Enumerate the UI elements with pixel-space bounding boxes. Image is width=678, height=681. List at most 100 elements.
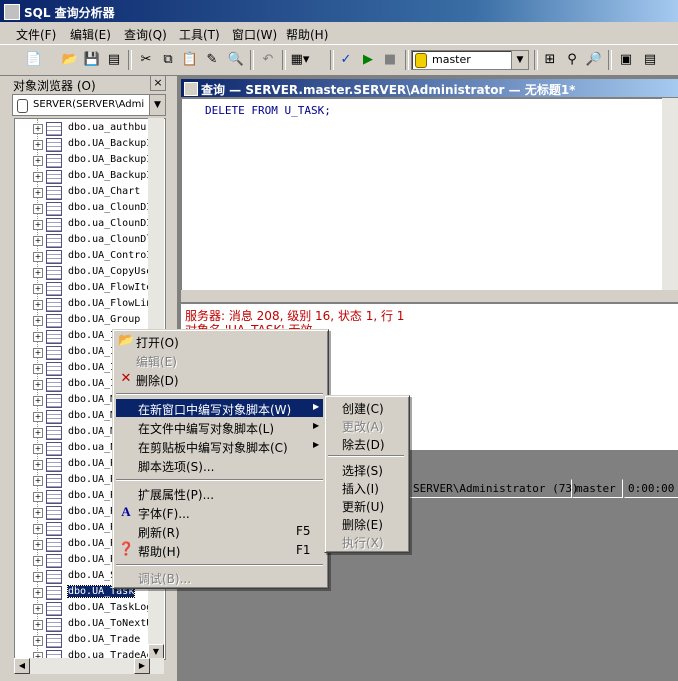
expand-plus-icon[interactable]: +: [33, 220, 43, 230]
menu-refresh[interactable]: 刷新(R) F5: [116, 522, 323, 540]
tree-item[interactable]: + dbo.UA_BackupI: [15, 137, 165, 153]
tree-item[interactable]: + dbo.ua_ClounDl: [15, 233, 165, 249]
expand-plus-icon[interactable]: +: [33, 540, 43, 550]
clear-icon[interactable]: ✎: [202, 50, 222, 70]
tree-item[interactable]: + dbo.UA_BackupI: [15, 169, 165, 185]
expand-plus-icon[interactable]: +: [33, 140, 43, 150]
expand-plus-icon[interactable]: +: [33, 588, 43, 598]
menu-help[interactable]: 帮助(H): [286, 26, 328, 43]
expand-plus-icon[interactable]: +: [33, 476, 43, 486]
expand-plus-icon[interactable]: +: [33, 412, 43, 422]
server-combo[interactable]: SERVER(SERVER\Admin ▼: [12, 94, 166, 116]
tree-item[interactable]: + dbo.UA_Group: [15, 313, 165, 329]
expand-plus-icon[interactable]: +: [33, 460, 43, 470]
stop-icon[interactable]: ■: [380, 50, 400, 70]
submenu-update[interactable]: 更新(U): [328, 496, 404, 514]
tree-item[interactable]: + dbo.UA_ToNextU: [15, 617, 165, 633]
menu-tools[interactable]: 工具(T): [179, 26, 220, 43]
expand-plus-icon[interactable]: +: [33, 524, 43, 534]
close-icon[interactable]: ×: [150, 75, 166, 91]
expand-plus-icon[interactable]: +: [33, 636, 43, 646]
menu-delete[interactable]: ✕ 删除(D): [116, 370, 323, 388]
expand-plus-icon[interactable]: +: [33, 508, 43, 518]
tree-item[interactable]: + dbo.ua_authbu: [15, 121, 165, 137]
expand-plus-icon[interactable]: +: [33, 236, 43, 246]
editor-vertical-scrollbar[interactable]: [662, 98, 678, 290]
expand-plus-icon[interactable]: +: [33, 428, 43, 438]
menu-script-options[interactable]: 脚本选项(S)...: [116, 456, 323, 474]
expand-plus-icon[interactable]: +: [33, 268, 43, 278]
expand-plus-icon[interactable]: +: [33, 396, 43, 406]
expand-plus-icon[interactable]: +: [33, 124, 43, 134]
expand-plus-icon[interactable]: +: [33, 572, 43, 582]
submenu-insert[interactable]: 插入(I): [328, 478, 404, 496]
tree-item[interactable]: + dbo.UA_TaskLog: [15, 601, 165, 617]
expand-plus-icon[interactable]: +: [33, 604, 43, 614]
submenu-select[interactable]: 选择(S): [328, 460, 404, 478]
tree-horizontal-scrollbar[interactable]: ◀ ▶: [14, 658, 164, 674]
menu-query[interactable]: 查询(Q): [124, 26, 167, 43]
chevron-down-icon[interactable]: ▼: [149, 95, 165, 115]
menu-window[interactable]: 窗口(W): [232, 26, 277, 43]
tree-item[interactable]: + dbo.ua_ClounDI: [15, 201, 165, 217]
expand-plus-icon[interactable]: +: [33, 348, 43, 358]
menu-help-item[interactable]: ❓ 帮助(H) F1: [116, 541, 323, 559]
tree-item[interactable]: + dbo.UA_Trade: [15, 633, 165, 649]
copy-icon[interactable]: ⧉: [158, 50, 178, 70]
tree-item[interactable]: + dbo.UA_ControI: [15, 249, 165, 265]
menu-script-file[interactable]: 在文件中编写对象脚本(L) ▶: [116, 418, 323, 436]
show-pane-icon[interactable]: ▣: [616, 50, 636, 70]
undo-icon[interactable]: ↶: [258, 50, 278, 70]
database-select[interactable]: master ▼: [411, 50, 529, 70]
paste-icon[interactable]: 📋: [180, 50, 200, 70]
find-icon[interactable]: 🔍: [226, 50, 246, 70]
menu-file[interactable]: 文件(F): [16, 26, 56, 43]
expand-plus-icon[interactable]: +: [33, 188, 43, 198]
new-query-icon[interactable]: 📄: [24, 50, 44, 70]
results-mode-icon[interactable]: ▦▾: [290, 50, 310, 70]
expand-plus-icon[interactable]: +: [33, 492, 43, 502]
insert-template-icon[interactable]: ▤: [104, 50, 124, 70]
tree-item[interactable]: + dbo.UA_BackupI: [15, 153, 165, 169]
execute-icon[interactable]: ▶: [358, 50, 378, 70]
tree-item[interactable]: + dbo.ua_ClounDI: [15, 217, 165, 233]
expand-plus-icon[interactable]: +: [33, 284, 43, 294]
chevron-down-icon[interactable]: ▼: [511, 51, 528, 69]
expand-plus-icon[interactable]: +: [33, 172, 43, 182]
properties-icon[interactable]: 🔎: [584, 50, 604, 70]
cut-icon[interactable]: ✂: [136, 50, 156, 70]
menu-script-clipboard[interactable]: 在剪贴板中编写对象脚本(C) ▶: [116, 437, 323, 455]
sql-editor[interactable]: DELETE FROM U_TASK;: [181, 98, 678, 292]
scroll-right-icon[interactable]: ▶: [134, 658, 150, 674]
expand-plus-icon[interactable]: +: [33, 556, 43, 566]
submenu-drop[interactable]: 除去(D): [328, 434, 404, 452]
menu-script-new-window[interactable]: 在新窗口中编写对象脚本(W) ▶: [116, 399, 323, 417]
expand-plus-icon[interactable]: +: [33, 620, 43, 630]
open-icon[interactable]: 📂: [60, 50, 80, 70]
menu-extended-properties[interactable]: 扩展属性(P)...: [116, 484, 323, 502]
menu-font[interactable]: A 字体(F)...: [116, 503, 323, 521]
save-icon[interactable]: 💾: [82, 50, 102, 70]
expand-plus-icon[interactable]: +: [33, 380, 43, 390]
expand-plus-icon[interactable]: +: [33, 364, 43, 374]
submenu-create[interactable]: 创建(C): [328, 398, 404, 416]
expand-plus-icon[interactable]: +: [33, 156, 43, 166]
expand-plus-icon[interactable]: +: [33, 300, 43, 310]
expand-plus-icon[interactable]: +: [33, 252, 43, 262]
tree-item[interactable]: + dbo.UA_FlowIte: [15, 281, 165, 297]
object-browser-icon[interactable]: ⊞: [540, 50, 560, 70]
expand-plus-icon[interactable]: +: [33, 204, 43, 214]
tree-item[interactable]: + dbo.UA_FlowLin: [15, 297, 165, 313]
tree-item[interactable]: + dbo.UA_Chart: [15, 185, 165, 201]
submenu-delete[interactable]: 删除(E): [328, 514, 404, 532]
tree-item[interactable]: + dbo.UA_CopyUse: [15, 265, 165, 281]
options-icon[interactable]: ▤: [640, 50, 660, 70]
menu-open[interactable]: 📂 打开(O): [116, 332, 323, 350]
pane-splitter[interactable]: [181, 290, 678, 302]
expand-plus-icon[interactable]: +: [33, 316, 43, 326]
expand-plus-icon[interactable]: +: [33, 444, 43, 454]
expand-plus-icon[interactable]: +: [33, 332, 43, 342]
object-search-icon[interactable]: ⚲: [562, 50, 582, 70]
scroll-left-icon[interactable]: ◀: [14, 658, 30, 674]
parse-icon[interactable]: ✓: [336, 50, 356, 70]
